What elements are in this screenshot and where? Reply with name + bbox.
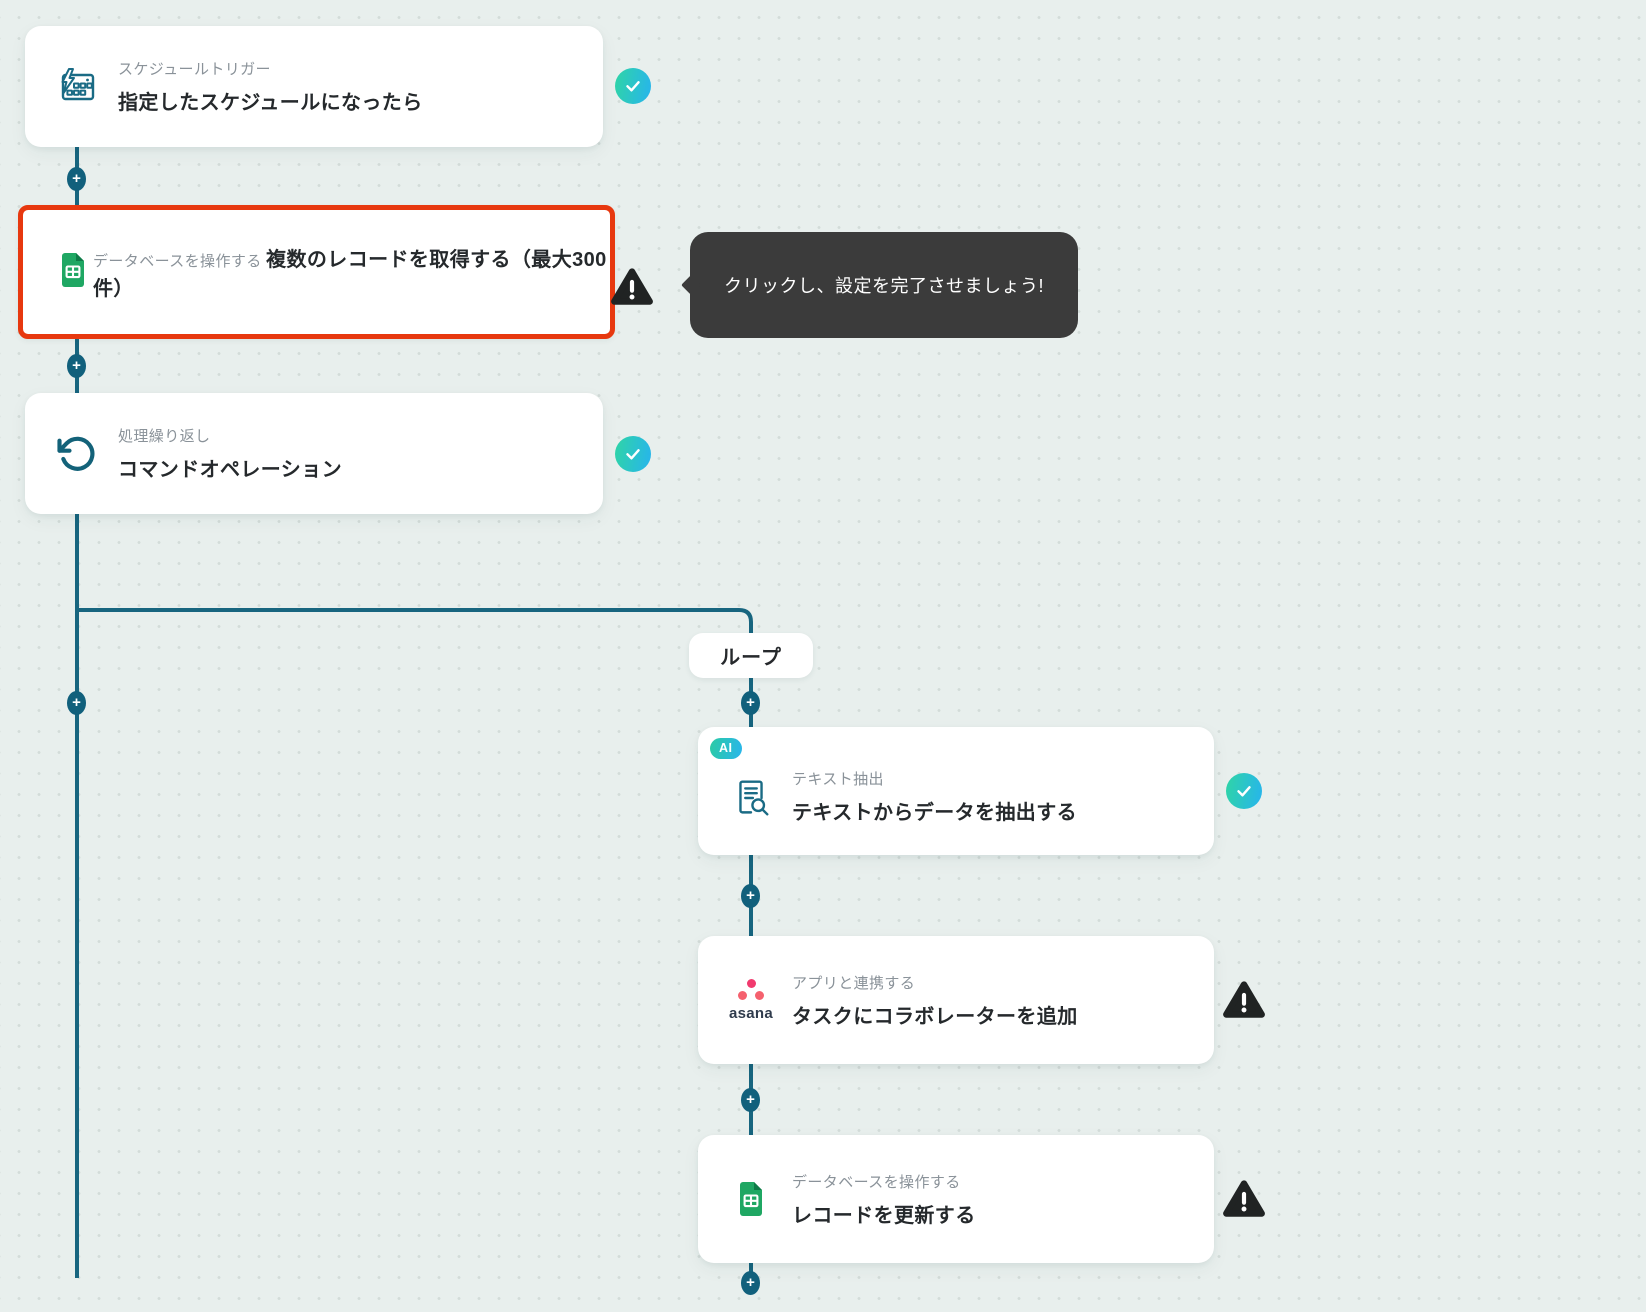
node-label: テキスト抽出 xyxy=(792,770,884,788)
asana-dots-logo xyxy=(738,978,764,1002)
add-step-button[interactable]: + xyxy=(67,167,86,191)
asana-icon: asana xyxy=(727,978,775,1022)
plus-icon: + xyxy=(72,357,81,374)
node-card-extract-text[interactable]: AI テキスト抽出 テキストからデータを抽出する xyxy=(698,727,1214,855)
loop-branch-text: ループ xyxy=(720,647,782,669)
node-title: テキストからデータを抽出する xyxy=(792,801,1077,824)
plus-icon: + xyxy=(746,1091,755,1108)
node-label: データベースを操作する xyxy=(93,253,262,270)
add-step-button[interactable]: + xyxy=(741,884,760,908)
asana-wordmark: asana xyxy=(728,1004,774,1022)
tooltip-complete-settings: クリックし、設定を完了させましょう! xyxy=(690,232,1078,338)
google-sheets-icon xyxy=(727,1179,775,1219)
node-card-command-operation[interactable]: 処理繰り返し コマンドオペレーション xyxy=(25,393,603,514)
workflow-canvas[interactable]: スケジュールトリガー 指定したスケジュールになったら + データベースを操作する… xyxy=(0,0,1646,1312)
node-label: 処理繰り返し xyxy=(118,428,211,445)
plus-icon: + xyxy=(746,887,755,904)
status-warning-icon xyxy=(1222,1179,1266,1219)
node-card-update-record[interactable]: データベースを操作する レコードを更新する xyxy=(698,1135,1214,1263)
connector-lines xyxy=(75,147,753,1278)
node-title: レコードを更新する xyxy=(792,1204,976,1227)
ai-badge-text: AI xyxy=(719,741,733,755)
repeat-icon xyxy=(53,434,101,474)
plus-icon: + xyxy=(746,1274,755,1291)
node-title: 指定したスケジュールになったら xyxy=(118,92,423,114)
node-card-asana-add-collaborator[interactable]: asana アプリと連携する タスクにコラボレーターを追加 xyxy=(698,936,1214,1064)
node-card-get-records-highlighted[interactable]: データベースを操作する 複数のレコードを取得する（最大300件） xyxy=(18,205,615,339)
add-step-button[interactable]: + xyxy=(67,354,86,378)
add-step-button[interactable]: + xyxy=(741,1271,760,1295)
plus-icon: + xyxy=(72,170,81,187)
status-warning-icon xyxy=(1222,980,1266,1020)
plus-icon: + xyxy=(746,694,755,711)
schedule-calendar-lightning-icon xyxy=(53,67,101,107)
document-search-icon xyxy=(727,775,775,821)
loop-branch-label: ループ xyxy=(689,633,813,678)
status-complete-check-icon xyxy=(615,68,651,104)
plus-icon: + xyxy=(72,694,81,711)
node-title: タスクにコラボレーターを追加 xyxy=(792,1005,1078,1028)
status-complete-check-icon xyxy=(1226,773,1262,809)
status-warning-icon xyxy=(610,267,654,307)
ai-badge: AI xyxy=(710,738,742,759)
add-step-button[interactable]: + xyxy=(741,691,760,715)
node-label: スケジュールトリガー xyxy=(118,61,271,78)
google-sheets-icon xyxy=(53,250,93,295)
add-step-button[interactable]: + xyxy=(67,691,86,715)
node-label: データベースを操作する xyxy=(792,1173,961,1191)
add-step-button[interactable]: + xyxy=(741,1088,760,1112)
tooltip-text: クリックし、設定を完了させましょう! xyxy=(724,276,1044,296)
status-complete-check-icon xyxy=(615,436,651,472)
node-label: アプリと連携する xyxy=(792,974,916,992)
node-title: コマンドオペレーション xyxy=(118,459,342,481)
node-card-schedule-trigger[interactable]: スケジュールトリガー 指定したスケジュールになったら xyxy=(25,26,603,147)
